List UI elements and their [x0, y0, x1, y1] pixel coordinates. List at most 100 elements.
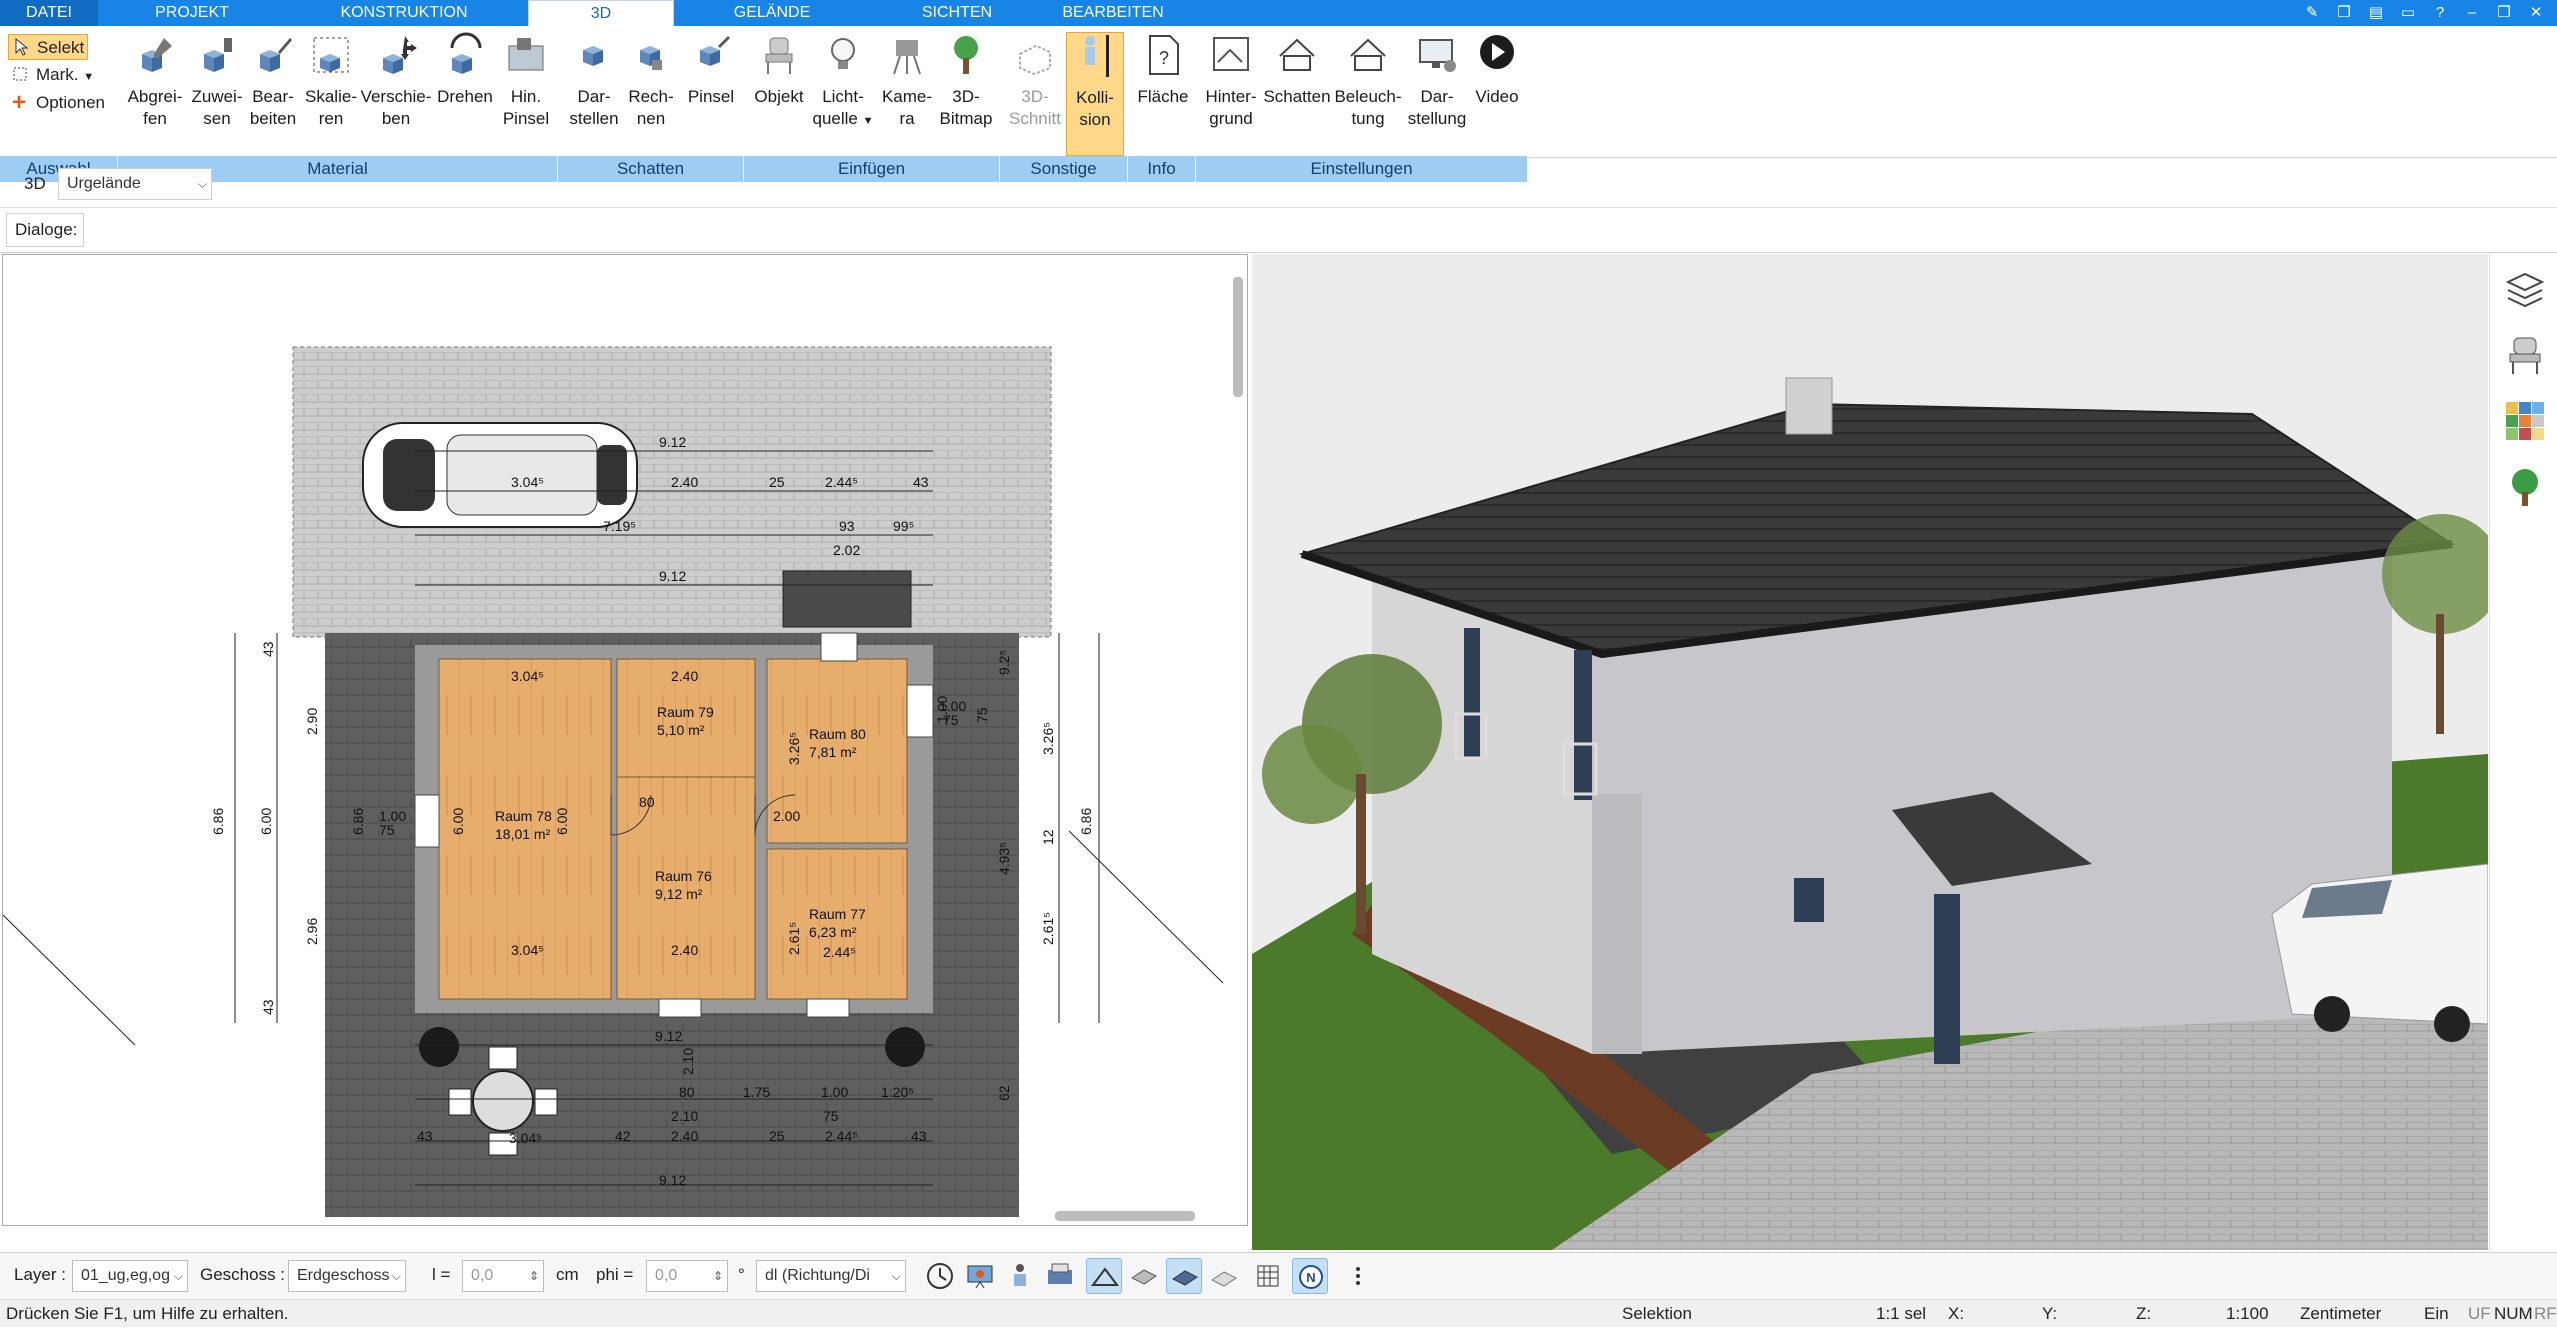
hatch-icon[interactable]	[1126, 1258, 1162, 1294]
dim-label: 2.40	[671, 474, 698, 490]
vertical-scrollbar[interactable]	[1233, 277, 1243, 397]
window-3d-1[interactable]	[1464, 628, 1480, 758]
presentation-icon[interactable]	[962, 1258, 998, 1294]
layer-select[interactable]: 01_ug,eg,og ⌵	[72, 1260, 188, 1292]
tab-projekt[interactable]: PROJEKT	[128, 0, 256, 26]
bitmap-button[interactable]: 3D- Bitmap	[934, 32, 998, 130]
restore-icon[interactable]: ❐	[2493, 3, 2515, 23]
tab-sichten[interactable]: SICHTEN	[900, 0, 1014, 26]
layers-icon[interactable]	[2504, 268, 2546, 310]
tab-bearbeiten[interactable]: BEARBEITEN	[1050, 0, 1176, 26]
cursor-icon	[15, 38, 29, 56]
options-button[interactable]: + Optionen	[8, 90, 118, 116]
rotate-icon	[450, 32, 482, 74]
pick-material-button[interactable]: Abgrei-fen	[122, 32, 188, 130]
floor-plan-drawing[interactable]: 9.12 2.40 25 2.44⁵ 43 3.04⁵ 7.19⁵ 93 99⁵…	[3, 255, 1248, 1226]
shadow-brush-button[interactable]: Pinsel	[680, 32, 742, 108]
dim-label: 9.12	[655, 1028, 682, 1044]
hint-brush-button[interactable]: Hin. Pinsel	[494, 32, 558, 130]
floor-plan-view[interactable]: 9.12 2.40 25 2.44⁵ 43 3.04⁵ 7.19⁵ 93 99⁵…	[2, 254, 1248, 1226]
background-button[interactable]: Hinter-grund	[1198, 32, 1264, 130]
edit-material-button[interactable]: Bear-beiten	[240, 32, 306, 130]
move-material-button[interactable]: Verschie-ben	[358, 32, 434, 130]
door-3d[interactable]	[1934, 894, 1960, 1064]
room-area: 6,23 m²	[809, 924, 857, 940]
minimize-icon[interactable]: –	[2461, 3, 2483, 23]
rotate-l1: Drehen	[437, 87, 493, 106]
copy-icon[interactable]: ❐	[2333, 3, 2355, 23]
window-west[interactable]	[414, 794, 440, 848]
lighting-button[interactable]: Beleuch-tung	[1330, 32, 1406, 130]
window-south-2[interactable]	[806, 998, 850, 1018]
display-button[interactable]: Dar-stellung	[1402, 32, 1472, 130]
tab-datei[interactable]: DATEI	[0, 0, 98, 26]
terrain-select[interactable]: Urgelände ⌵	[58, 168, 212, 200]
shadow-button[interactable]: Schatten	[1262, 32, 1332, 108]
spinner-icon[interactable]: ⇕	[529, 1261, 539, 1291]
dim-label: 9.12	[659, 434, 686, 450]
length-input[interactable]: 0,0 ⇕	[462, 1260, 544, 1292]
north-icon[interactable]: N	[1292, 1258, 1328, 1294]
uf-status: UF	[2468, 1304, 2491, 1323]
scale-icon	[313, 37, 349, 73]
car-symbol[interactable]	[362, 422, 638, 528]
snap-icon[interactable]	[1086, 1258, 1122, 1294]
mode-label: 3D	[24, 174, 46, 193]
section-button[interactable]: 3D- Schnitt	[1002, 32, 1068, 130]
fill-icon[interactable]	[1166, 1258, 1202, 1294]
spinner-icon[interactable]: ⇕	[713, 1261, 723, 1291]
window-north[interactable]	[820, 632, 858, 662]
paste-icon[interactable]: ▤	[2365, 3, 2387, 23]
clock-icon[interactable]	[922, 1258, 958, 1294]
move-l1: Verschie-	[360, 87, 432, 106]
plants-icon[interactable]	[2504, 466, 2546, 508]
dim-label: 75	[823, 1108, 839, 1124]
direction-select[interactable]: dl (Richtung/Di ⌵	[756, 1260, 906, 1292]
close-icon[interactable]: ✕	[2525, 3, 2547, 23]
collision-button[interactable]: Kolli-sion	[1066, 32, 1124, 156]
shadow-show-button[interactable]: Dar-stellen	[562, 32, 626, 130]
window-east[interactable]	[906, 684, 934, 738]
mode-status: Selektion	[1622, 1304, 1692, 1323]
terrain-value: Urgelände	[67, 175, 141, 192]
floor-select[interactable]: Erdgeschoss ⌵	[288, 1260, 406, 1292]
camera-button[interactable]: Kame-ra	[874, 32, 940, 130]
print-icon[interactable]	[1042, 1258, 1078, 1294]
window-3d-2[interactable]	[1574, 650, 1592, 800]
chimney[interactable]	[1785, 377, 1833, 435]
window-south-1[interactable]	[658, 998, 702, 1018]
rotate-material-button[interactable]: Drehen	[432, 32, 498, 108]
horizontal-scrollbar[interactable]	[1055, 1211, 1195, 1221]
tab-3d[interactable]: 3D	[528, 0, 674, 26]
window-icon[interactable]: ▭	[2397, 3, 2419, 23]
grid-icon[interactable]	[1250, 1258, 1286, 1294]
help-icon[interactable]: ?	[2429, 3, 2451, 23]
window-3d-3[interactable]	[1794, 878, 1824, 922]
unit-status: Zentimeter	[2300, 1304, 2382, 1323]
mark-button[interactable]: Mark. ▼	[8, 62, 98, 88]
chevron-down-icon: ▼	[862, 115, 874, 127]
object-button[interactable]: Objekt	[746, 32, 812, 108]
area-button[interactable]: ? Fläche	[1130, 32, 1196, 108]
dim-label: 2.10	[680, 1048, 696, 1075]
light-source-button[interactable]: Licht-quelle ▼	[810, 32, 876, 132]
3d-scene[interactable]	[1252, 254, 2488, 1250]
scale-material-button[interactable]: Skalie-ren	[298, 32, 364, 130]
tab-gelaende[interactable]: GELÄNDE	[712, 0, 832, 26]
dim-label: 42	[615, 1128, 631, 1144]
furniture-icon[interactable]	[2504, 334, 2546, 376]
select-button[interactable]: Selekt	[8, 34, 88, 60]
materials-icon[interactable]	[2504, 400, 2546, 442]
light-shaft[interactable]	[782, 570, 912, 628]
tab-konstruktion[interactable]: KONSTRUKTION	[320, 0, 488, 26]
walk-icon[interactable]	[1002, 1258, 1038, 1294]
more-icon[interactable]	[1340, 1258, 1376, 1294]
texture-icon[interactable]	[1206, 1258, 1242, 1294]
video-button[interactable]: Video	[1466, 32, 1528, 108]
tools-icon[interactable]: ✎	[2301, 3, 2323, 23]
shadow-calc-button[interactable]: Rech-nen	[620, 32, 682, 130]
play-icon	[1480, 35, 1514, 69]
3d-view[interactable]	[1252, 254, 2488, 1250]
phi-input[interactable]: 0,0 ⇕	[646, 1260, 728, 1292]
menu-tab-bar: DATEI PROJEKT KONSTRUKTION 3D GELÄNDE SI…	[0, 0, 2557, 26]
